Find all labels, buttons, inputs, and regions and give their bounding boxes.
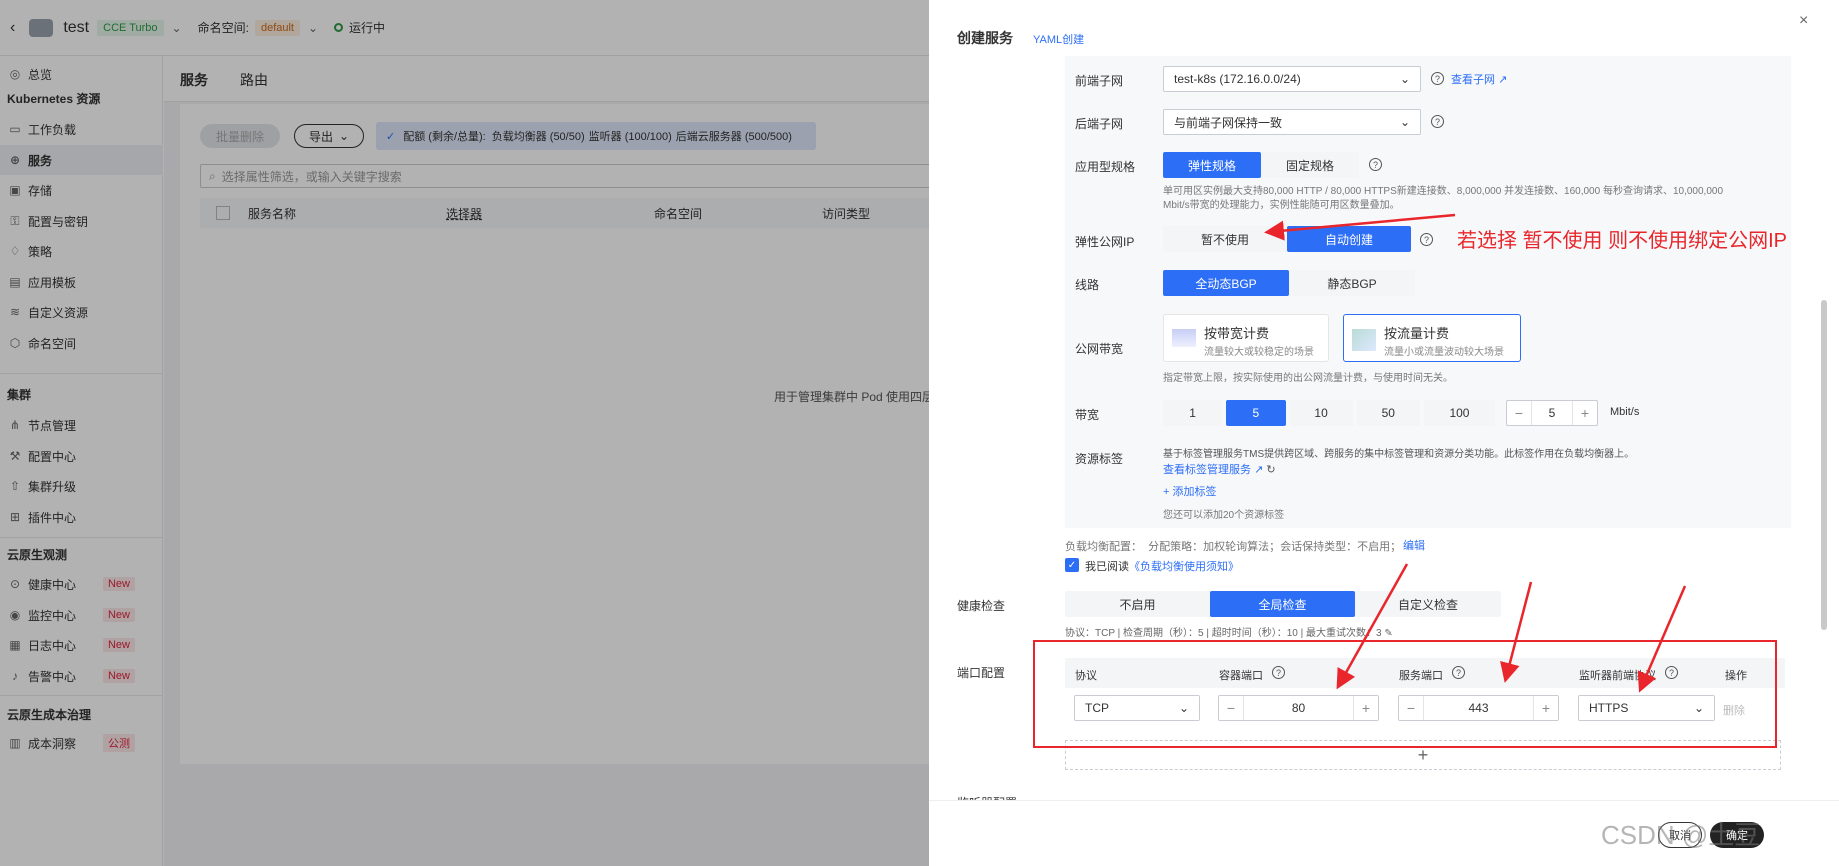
annotation-arrow — [1637, 585, 1687, 693]
annotation-arrows — [1264, 213, 1687, 693]
annotation-arrow — [1264, 213, 1456, 241]
modal-overlay[interactable] — [0, 0, 929, 866]
create-service-drawer: 创建服务 YAML创建 × 前端子网 test-k8s (172.16.0.0/… — [929, 0, 1839, 866]
annotation-arrow — [1500, 581, 1533, 683]
annotation-arrow — [1336, 563, 1409, 690]
